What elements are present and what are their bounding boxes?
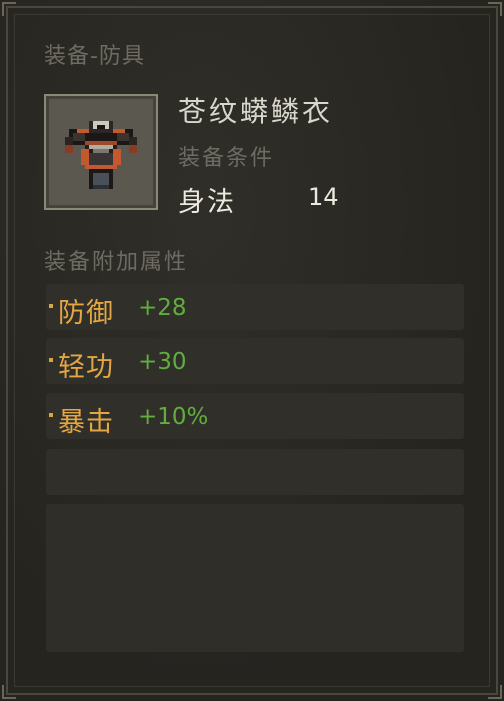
frame-corner (488, 685, 502, 699)
attribute-row-critical: 暴击 +10% (46, 393, 464, 439)
bullet-icon (49, 358, 53, 362)
item-name: 苍纹蟒鳞衣 (178, 95, 334, 128)
attribute-row-defense: 防御 +28 (46, 284, 464, 330)
attribute-value: +30 (138, 349, 187, 375)
bullet-icon (49, 413, 53, 417)
frame-corner (2, 2, 16, 16)
item-category: 装备-防具 (44, 44, 145, 69)
attribute-value: +28 (138, 295, 187, 321)
requirement-label: 装备条件 (178, 146, 275, 171)
frame-corner (2, 685, 16, 699)
attribute-row-agility: 轻功 +30 (46, 338, 464, 384)
attribute-name: 暴击 (58, 407, 114, 438)
item-description-box (46, 504, 464, 652)
bonus-attributes-label: 装备附加属性 (44, 250, 189, 275)
item-tooltip-panel: 装备-防具 苍纹蟒鳞衣 装备条件 身法 14 装备附加属性 防御 +28 轻功 … (0, 0, 504, 701)
armor-icon (65, 121, 137, 189)
attribute-name: 轻功 (58, 352, 114, 383)
requirement-stat: 身法 (178, 187, 236, 218)
attribute-name: 防御 (58, 298, 114, 329)
empty-attribute-slot (46, 449, 464, 495)
attribute-value: +10% (138, 404, 209, 430)
frame-corner (488, 2, 502, 16)
bullet-icon (49, 304, 53, 308)
item-icon-slot (44, 94, 158, 210)
requirement-value: 14 (308, 183, 339, 211)
